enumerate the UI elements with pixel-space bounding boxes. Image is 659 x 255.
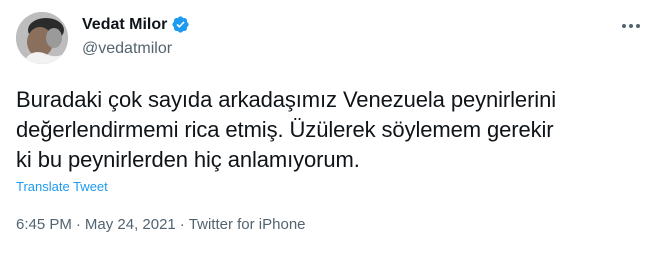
tweet-card: Vedat Milor @vedatmilor Buradaki çok say… — [0, 0, 659, 255]
avatar[interactable] — [16, 12, 68, 64]
meta-separator: · — [75, 216, 81, 233]
tweet-date[interactable]: May 24, 2021 — [85, 216, 176, 233]
tweet-metadata: 6:45 PM · May 24, 2021 · Twitter for iPhone — [16, 216, 306, 233]
verified-badge-icon — [172, 16, 189, 33]
avatar-photo-icon — [16, 12, 68, 64]
author-handle[interactable]: @vedatmilor — [82, 40, 172, 58]
tweet-source[interactable]: Twitter for iPhone — [189, 216, 306, 233]
more-options-icon[interactable] — [620, 18, 642, 34]
tweet-text: Buradaki çok sayıda arkadaşımız Venezuel… — [16, 87, 557, 172]
meta-separator: · — [179, 216, 185, 233]
name-row: Vedat Milor — [82, 15, 190, 34]
translate-tweet-link[interactable]: Translate Tweet — [16, 179, 108, 194]
author-display-name[interactable]: Vedat Milor — [82, 16, 167, 34]
tweet-time[interactable]: 6:45 PM — [16, 216, 72, 233]
